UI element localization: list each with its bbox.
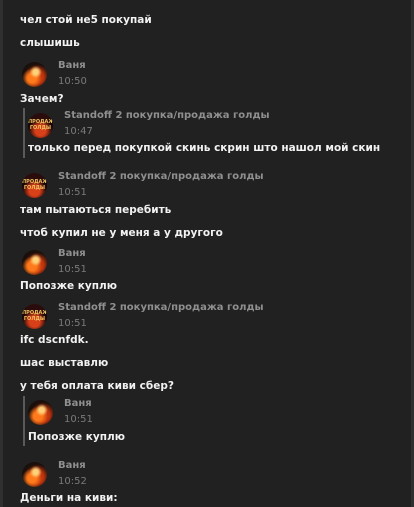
avatar[interactable] (28, 400, 53, 425)
avatar[interactable] (22, 250, 47, 275)
message-text: шас выставлю (20, 357, 109, 369)
message-feed[interactable]: чел стой не5 покупай слышишь Ваня 10:50 … (0, 0, 414, 507)
quote-bar (23, 108, 25, 158)
message-time: 10:52 (58, 476, 87, 487)
quoted-author-name[interactable]: Standoff 2 покупка/продажа голды (64, 110, 270, 121)
quoted-author-name[interactable]: Ваня (64, 398, 92, 409)
message-time: 10:51 (58, 264, 87, 275)
message-text: Деньги на киви: (20, 492, 118, 504)
message-text: ifc dscnfdk. (20, 334, 89, 346)
author-name[interactable]: Standoff 2 покупка/продажа голды (58, 171, 264, 182)
avatar[interactable]: ПРОДАЖА ГОЛДЫ (22, 173, 47, 198)
avatar[interactable] (22, 62, 47, 87)
avatar[interactable]: ПРОДАЖА ГОЛДЫ (22, 304, 47, 329)
author-name[interactable]: Ваня (58, 60, 86, 71)
message-text: слышишь (20, 37, 80, 49)
author-name[interactable]: Ваня (58, 248, 86, 259)
message-text: чтоб купил не у меня а у другого (20, 227, 223, 239)
quoted-text: Попозже куплю (28, 431, 125, 443)
avatar[interactable]: ПРОДАЖА ГОЛДЫ (28, 113, 53, 138)
message-text: Зачем? (20, 93, 64, 105)
quoted-time: 10:47 (64, 126, 93, 137)
quote-bar (23, 396, 25, 446)
quoted-time: 10:51 (64, 414, 93, 425)
message-time: 10:50 (58, 76, 87, 87)
message-text: у тебя оплата киви сбер? (20, 380, 174, 392)
author-name[interactable]: Standoff 2 покупка/продажа голды (58, 302, 264, 313)
avatar[interactable] (22, 462, 47, 487)
author-name[interactable]: Ваня (58, 460, 86, 471)
message-time: 10:51 (58, 318, 87, 329)
message-text: Попозже куплю (20, 280, 117, 292)
quoted-text: только перед покупкой скинь скрин што на… (28, 142, 381, 154)
message-text: там пытаються перебить (20, 204, 172, 216)
message-time: 10:51 (58, 187, 87, 198)
message-text: чел стой не5 покупай (20, 14, 152, 26)
